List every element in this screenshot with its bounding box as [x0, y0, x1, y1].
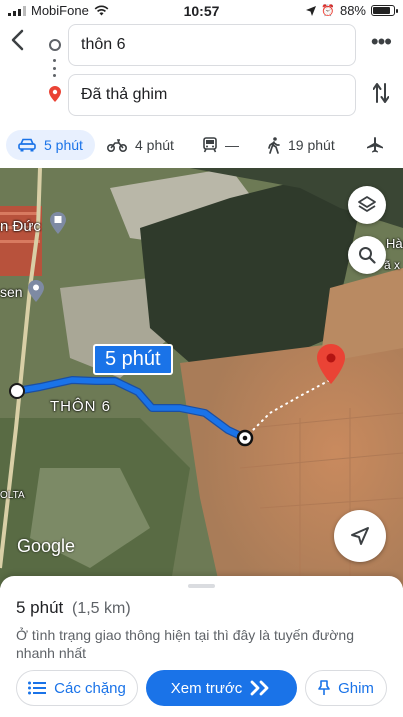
mode-tab-car-label: 5 phút	[44, 137, 83, 153]
place-label: sen	[0, 284, 23, 300]
travel-mode-tabs: 5 phút 4 phút — 19 phút	[0, 128, 403, 164]
route-description: Ở tình trạng giao thông hiện tại thì đây…	[16, 627, 355, 661]
poi-marker-icon[interactable]	[50, 212, 66, 234]
sheet-drag-handle[interactable]	[188, 584, 215, 588]
preview-button-label: Xem trước	[170, 679, 243, 697]
flight-icon	[367, 137, 383, 153]
battery-fill	[373, 7, 390, 14]
motorbike-icon	[107, 138, 127, 152]
origin-field[interactable]: thôn 6	[68, 24, 356, 66]
preview-button[interactable]: Xem trước	[146, 670, 297, 706]
search-button[interactable]	[348, 236, 386, 274]
battery-percent: 88%	[339, 3, 366, 18]
route-dots-icon	[53, 59, 56, 77]
route-summary: 5 phút (1,5 km)	[16, 598, 131, 618]
location-arrow-icon	[306, 5, 317, 16]
route-duration: 5 phút	[16, 598, 64, 617]
mode-tab-transit-label: —	[225, 137, 239, 153]
mode-tab-flight[interactable]	[366, 130, 384, 160]
alarm-icon: ⏰	[321, 5, 335, 17]
car-icon	[18, 138, 36, 152]
pin-button-label: Ghim	[338, 679, 374, 697]
google-logo: Google	[17, 536, 76, 556]
swap-route-button[interactable]	[372, 82, 390, 110]
place-label: Hàn	[386, 236, 403, 251]
list-icon	[28, 681, 47, 695]
recenter-button[interactable]	[334, 510, 386, 562]
place-label: THÔN 6	[50, 398, 112, 415]
place-label: ã x	[384, 258, 401, 272]
poi-marker-icon[interactable]	[28, 280, 44, 302]
walk-icon	[268, 136, 280, 154]
destination-field[interactable]: Đã thả ghim	[68, 74, 356, 116]
double-chevron-icon	[250, 680, 269, 696]
back-arrow-icon	[11, 29, 24, 51]
mode-tab-motorbike[interactable]: 4 phút	[107, 130, 174, 160]
map-view[interactable]: n Đức THÔN 6 sen Hàn ã x OLTA 5 phút Goo…	[0, 168, 403, 588]
layers-icon	[358, 196, 376, 212]
route-summary-sheet[interactable]: 5 phút (1,5 km) Ở tình trạng giao thông …	[0, 576, 403, 717]
pin-button[interactable]: Ghim	[305, 670, 387, 706]
place-label: OLTA	[0, 490, 25, 501]
mode-tab-walk-label: 19 phút	[288, 137, 335, 153]
route-eta-callout[interactable]: 5 phút	[93, 344, 173, 375]
screen: MobiFone 10:57 ⏰ 88% thôn 6 Đã thả ghim …	[0, 0, 403, 717]
back-button[interactable]	[10, 28, 34, 58]
status-bar: MobiFone 10:57 ⏰ 88%	[0, 0, 403, 22]
status-right: ⏰ 88%	[306, 3, 398, 18]
search-icon	[359, 247, 376, 264]
steps-button-label: Các chặng	[54, 679, 126, 697]
place-label: n Đức	[0, 218, 41, 235]
battery-icon	[371, 5, 398, 16]
mode-tab-motorbike-label: 4 phút	[135, 137, 174, 153]
route-distance: (1,5 km)	[72, 600, 131, 617]
dropped-pin-icon[interactable]	[317, 344, 345, 384]
origin-circle-icon	[49, 39, 61, 51]
steps-button[interactable]: Các chặng	[16, 670, 138, 706]
layers-button[interactable]	[348, 186, 386, 224]
mode-tab-walk[interactable]: 19 phút	[268, 130, 335, 160]
more-options-icon[interactable]: •••	[371, 31, 392, 53]
navigation-arrow-icon	[351, 527, 369, 545]
mode-tab-car[interactable]: 5 phút	[6, 130, 95, 160]
mode-tab-transit[interactable]: —	[203, 130, 239, 160]
swap-icon	[372, 83, 390, 103]
pushpin-icon	[318, 680, 330, 695]
destination-pin-icon	[49, 86, 61, 102]
transit-icon	[203, 137, 217, 153]
